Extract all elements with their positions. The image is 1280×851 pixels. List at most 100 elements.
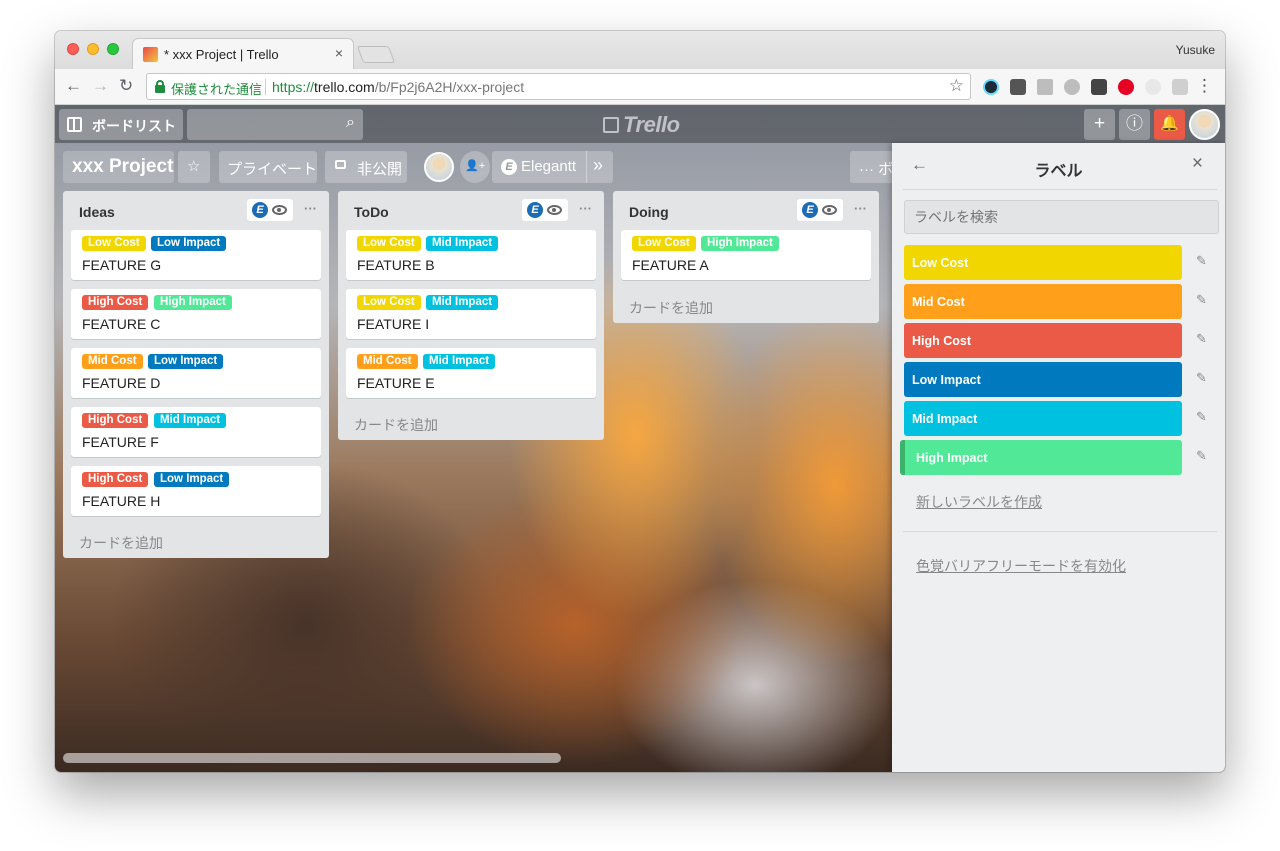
list-menu-icon[interactable]: ··· [304,201,317,216]
card-feature-c[interactable]: High Cost High Impact FEATURE C [71,289,321,339]
pinterest-icon[interactable] [1118,79,1134,95]
c-ext-icon[interactable] [1172,79,1188,95]
card-feature-d[interactable]: Mid Cost Low Impact FEATURE D [71,348,321,398]
card-feature-b[interactable]: Low Cost Mid Impact FEATURE B [346,230,596,280]
watch-eye-icon[interactable] [272,205,287,215]
profile-name[interactable]: Yusuke [1176,43,1215,57]
edit-pencil-icon[interactable]: ✎ [1196,292,1207,308]
add-card-link[interactable]: カードを追加 [354,415,438,435]
elegantt-badge-icon[interactable]: E [802,202,818,218]
close-icon[interactable]: × [1192,153,1203,175]
list-badges: E [797,199,843,221]
drive-icon[interactable] [1037,79,1053,95]
card-title: FEATURE H [82,493,161,509]
info-icon[interactable]: ⓘ [1119,109,1150,140]
list-todo: ToDo E ··· Low Cost Mid Impact FEATURE B… [338,191,604,440]
card-feature-f[interactable]: High Cost Mid Impact FEATURE F [71,407,321,457]
forward-icon[interactable]: → [92,76,109,96]
card-feature-a[interactable]: Low Cost High Impact FEATURE A [621,230,871,280]
notification-bell-icon[interactable]: 🔔 [1154,109,1185,140]
label-mid-impact: Mid Impact [426,236,499,251]
privacy-button[interactable]: 非公開 [325,151,407,183]
padlock-icon [335,160,346,169]
panel-label-high-cost[interactable]: High Cost [904,323,1182,358]
card-feature-h[interactable]: High Cost Low Impact FEATURE H [71,466,321,516]
board-title-button[interactable]: xxx Project [63,151,174,183]
create-label-link[interactable]: 新しいラベルを作成 [916,492,1042,512]
list-menu-icon[interactable]: ··· [579,201,592,216]
edit-pencil-icon[interactable]: ✎ [1196,331,1207,347]
react-icon[interactable] [983,79,999,95]
close-window-button[interactable] [67,43,79,55]
label-mid-impact: Mid Impact [426,295,499,310]
new-tab-button[interactable] [356,46,396,63]
panel-label-low-impact[interactable]: Low Impact [904,362,1182,397]
elegantt-badge-icon[interactable]: E [527,202,543,218]
label-low-cost: Low Cost [357,236,421,251]
panel-label-low-cost[interactable]: Low Cost [904,245,1182,280]
watch-eye-icon[interactable] [547,205,562,215]
panel-label-mid-impact[interactable]: Mid Impact [904,401,1182,436]
reload-icon[interactable]: ↻ [119,76,133,96]
list-title[interactable]: Ideas [79,204,115,220]
card-title: FEATURE A [632,257,709,273]
card-title: FEATURE G [82,257,162,273]
elegantt-icon[interactable] [1064,79,1080,95]
browser-menu-icon[interactable]: ⋮ [1196,76,1213,96]
address-bar[interactable]: 保護された通信 https://trello.com/b/Fp2j6A2H/xx… [146,73,971,100]
minimize-window-button[interactable] [87,43,99,55]
list-ideas: Ideas E ··· Low Cost Low Impact FEATURE … [63,191,329,558]
zoom-window-button[interactable] [107,43,119,55]
edit-pencil-icon[interactable]: ✎ [1196,409,1207,425]
bookmark-star-icon[interactable]: ☆ [949,76,964,96]
member-avatar[interactable] [424,152,454,182]
panel-label-mid-cost[interactable]: Mid Cost [904,284,1182,319]
watch-eye-icon[interactable] [822,205,837,215]
add-card-link[interactable]: カードを追加 [79,533,163,553]
panel-label-high-impact[interactable]: High Impact [900,440,1182,475]
boards-button[interactable]: ボードリスト [59,109,183,140]
label-search-input[interactable] [904,200,1219,234]
trello-header: ボードリスト ⌕ Trello + ⓘ 🔔 [55,105,1225,143]
add-button[interactable]: + [1084,109,1115,140]
elegantt-button[interactable]: E Elegantt » [492,151,613,183]
url-text[interactable]: https://trello.com/b/Fp2j6A2H/xxx-projec… [272,79,524,95]
user-avatar[interactable] [1189,109,1220,140]
label-low-impact: Low Impact [154,472,230,487]
browser-tab[interactable]: * xxx Project | Trello × [132,38,354,69]
list-menu-icon[interactable]: ··· [854,201,867,216]
tab-strip: * xxx Project | Trello × Yusuke [55,31,1225,69]
boards-label: ボードリスト [92,118,176,134]
back-icon[interactable]: ← [65,76,82,96]
pocket-icon[interactable] [1010,79,1026,95]
add-card-link[interactable]: カードを追加 [629,298,713,318]
star-icon: ☆ [187,158,201,175]
lock-icon [155,80,165,93]
label-low-impact: Low Impact [151,236,227,251]
board-horizontal-scrollbar[interactable] [63,753,561,763]
tab-close-icon[interactable]: × [335,45,343,61]
team-visibility-button[interactable]: プライベート [219,151,317,183]
star-board-button[interactable]: ☆ [178,151,210,183]
g-ext-icon[interactable] [1091,79,1107,95]
board-icon [67,117,82,132]
browser-window: * xxx Project | Trello × Yusuke ← → ↻ 保護… [55,31,1225,772]
header-search-input[interactable]: ⌕ [187,109,363,140]
privacy-label: 非公開 [357,161,403,178]
card-title: FEATURE E [357,375,435,391]
rabbit-icon[interactable] [1145,79,1161,95]
edit-pencil-icon[interactable]: ✎ [1196,448,1207,464]
elegantt-badge-icon[interactable]: E [252,202,268,218]
invite-member-button[interactable]: 👤+ [460,151,490,183]
card-feature-i[interactable]: Low Cost Mid Impact FEATURE I [346,289,596,339]
edit-pencil-icon[interactable]: ✎ [1196,370,1207,386]
card-title: FEATURE C [82,316,161,332]
edit-pencil-icon[interactable]: ✎ [1196,253,1207,269]
trello-logo[interactable]: Trello [603,112,680,138]
card-feature-g[interactable]: Low Cost Low Impact FEATURE G [71,230,321,280]
colorblind-mode-link[interactable]: 色覚バリアフリーモードを有効化 [916,556,1126,576]
list-title[interactable]: ToDo [354,204,389,220]
list-title[interactable]: Doing [629,204,669,220]
browser-toolbar: ← → ↻ 保護された通信 https://trello.com/b/Fp2j6… [55,69,1225,105]
card-feature-e[interactable]: Mid Cost Mid Impact FEATURE E [346,348,596,398]
